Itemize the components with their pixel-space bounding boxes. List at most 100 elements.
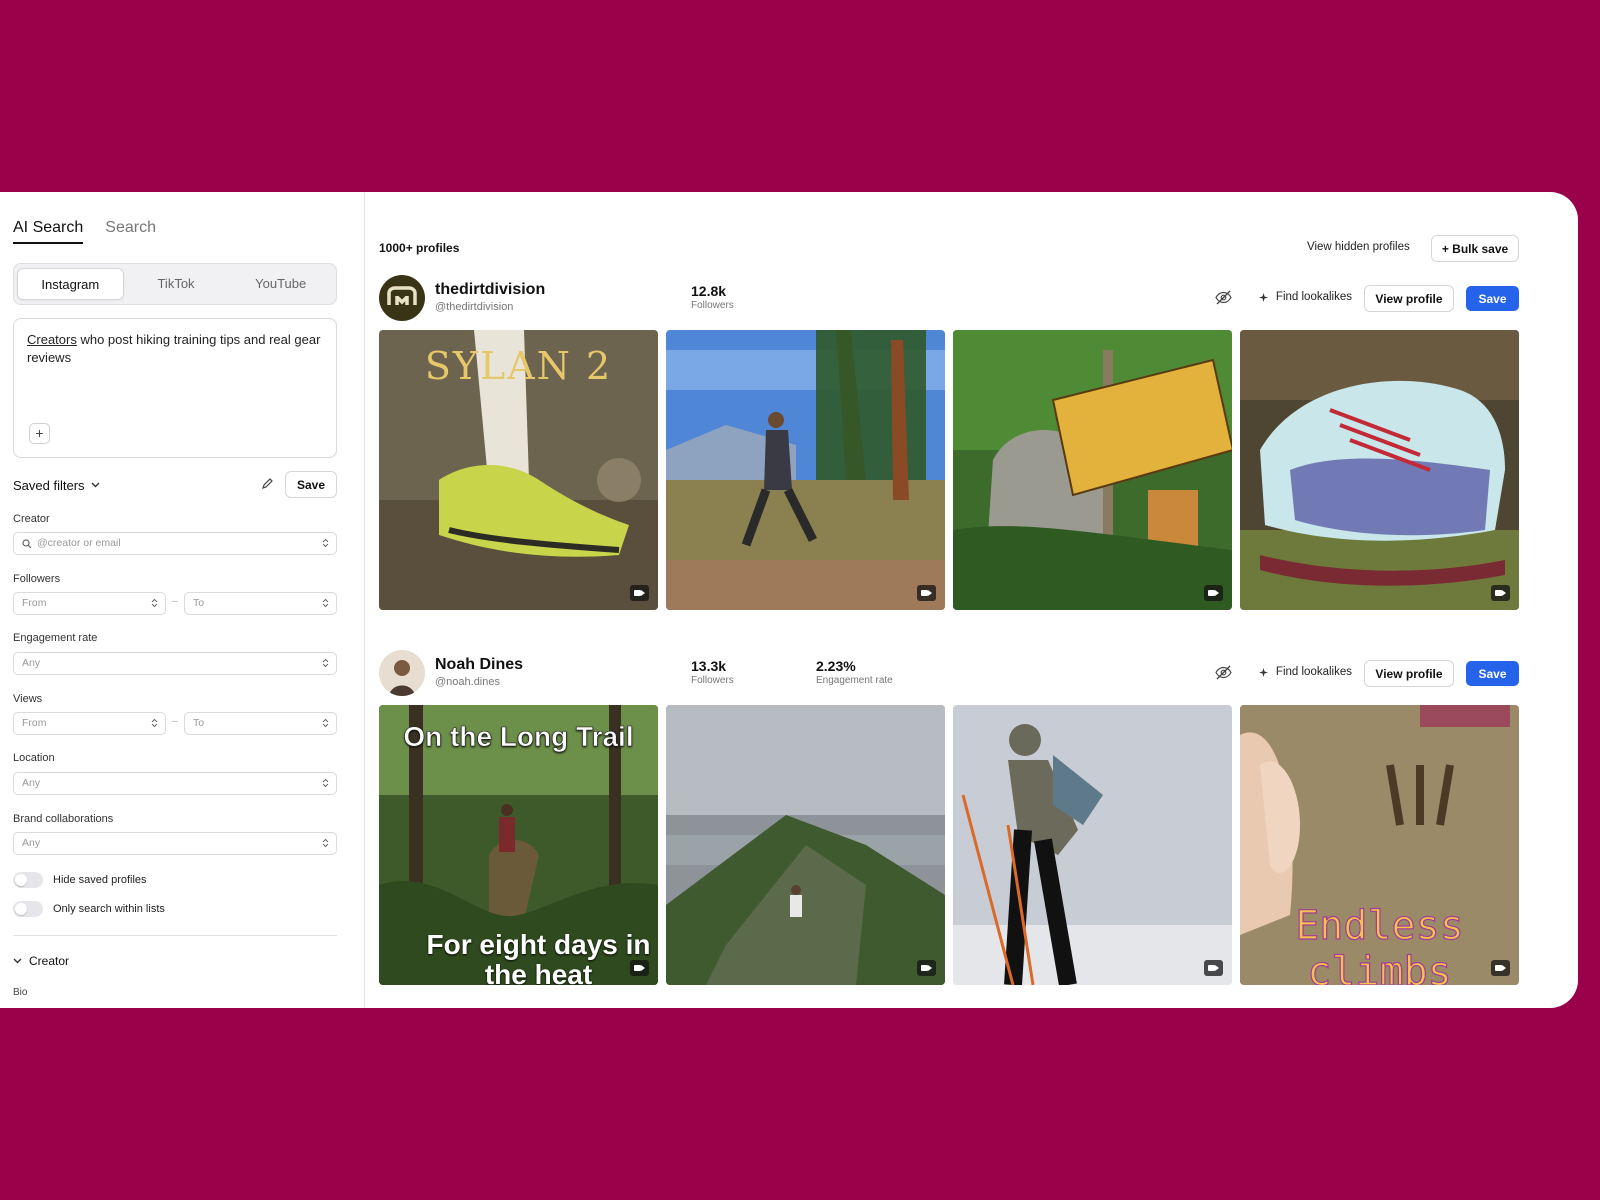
post-thumbnail[interactable]: SYLAN 2	[379, 330, 658, 610]
views-to[interactable]: To	[184, 712, 337, 735]
creator-section-toggle[interactable]: Creator	[13, 954, 69, 968]
video-icon	[630, 960, 649, 976]
profile-actions: Find lookalikes View profile Save	[1215, 660, 1519, 687]
select-caret-icon	[322, 838, 329, 848]
engagement-select[interactable]: Any	[13, 652, 337, 675]
select-caret-icon	[151, 718, 158, 728]
thumbnail-caption: Endless	[1295, 902, 1465, 949]
only-lists-row: Only search within lists	[13, 901, 165, 917]
followers-to[interactable]: To	[184, 592, 337, 615]
post-thumbnail[interactable]	[666, 330, 945, 610]
find-lookalikes-button[interactable]: Find lookalikes	[1258, 666, 1352, 678]
select-caret-icon	[322, 598, 329, 608]
views-from-placeholder: From	[22, 717, 47, 729]
saved-filters-label: Saved filters	[13, 477, 85, 493]
select-caret-icon	[322, 718, 329, 728]
select-caret-icon	[322, 778, 329, 788]
followers-stat: 12.8k Followers	[691, 283, 734, 311]
followers-from[interactable]: From	[13, 592, 166, 615]
hide-saved-toggle[interactable]	[13, 872, 43, 888]
thumbnail-caption: climbs	[1307, 948, 1453, 985]
saved-filters-dropdown[interactable]: Saved filters	[13, 478, 100, 493]
hide-saved-row: Hide saved profiles	[13, 872, 147, 888]
save-filters-button[interactable]: Save	[285, 471, 337, 498]
platform-instagram[interactable]: Instagram	[17, 268, 124, 300]
followers-from-placeholder: From	[22, 597, 47, 609]
post-thumbnail[interactable]: Endless climbs	[1240, 705, 1519, 985]
post-thumbnail[interactable]	[953, 330, 1232, 610]
views-from[interactable]: From	[13, 712, 166, 735]
view-profile-button[interactable]: View profile	[1364, 660, 1454, 687]
thumbnail-caption: SYLAN 2	[424, 344, 613, 388]
bulk-save-button[interactable]: + Bulk save	[1431, 235, 1519, 262]
creator-search-input[interactable]: @creator or email	[13, 532, 337, 555]
creator-label: Creator	[13, 513, 50, 525]
results-count: 1000+ profiles	[379, 241, 460, 255]
platform-youtube[interactable]: YouTube	[228, 268, 333, 300]
chevron-down-icon	[13, 958, 22, 964]
tab-search[interactable]: Search	[105, 219, 156, 244]
followers-value: 12.8k	[691, 283, 727, 299]
find-lookalikes-label: Find lookalikes	[1275, 666, 1352, 678]
location-placeholder: Any	[22, 777, 41, 789]
views-label: Views	[13, 693, 43, 705]
hide-saved-label: Hide saved profiles	[53, 874, 147, 886]
saved-filters-row: Saved filters Save	[13, 471, 337, 499]
post-thumbnail[interactable]	[953, 705, 1232, 985]
followers-label: Followers	[13, 573, 61, 585]
post-thumbnail[interactable]	[666, 705, 945, 985]
tab-ai-search[interactable]: AI Search	[13, 219, 84, 244]
save-profile-button[interactable]: Save	[1466, 661, 1519, 686]
location-select[interactable]: Any	[13, 772, 337, 795]
select-caret-icon	[322, 658, 329, 668]
find-lookalikes-label: Find lookalikes	[1275, 291, 1352, 303]
location-label: Location	[13, 752, 55, 764]
only-lists-toggle[interactable]	[13, 901, 43, 917]
platform-selector: Instagram TikTok YouTube	[13, 263, 337, 305]
view-profile-button[interactable]: View profile	[1364, 285, 1454, 312]
brand-select[interactable]: Any	[13, 832, 337, 855]
save-profile-button[interactable]: Save	[1466, 286, 1519, 311]
profile-actions: Find lookalikes View profile Save	[1215, 285, 1519, 312]
engagement-stat: 2.23% Engagement rate	[816, 658, 893, 686]
followers-to-placeholder: To	[193, 597, 205, 609]
filter-sidebar: AI Search Search Instagram TikTok YouTub…	[0, 192, 365, 1008]
creator-placeholder: @creator or email	[37, 537, 121, 549]
eye-off-icon[interactable]	[1215, 665, 1232, 680]
post-thumbnail[interactable]: On the Long Trail For eight days in the …	[379, 705, 658, 985]
find-lookalikes-button[interactable]: Find lookalikes	[1258, 291, 1352, 303]
add-prompt-button[interactable]: +	[29, 423, 50, 444]
view-hidden-profiles-link[interactable]: View hidden profiles	[1307, 241, 1410, 253]
views-to-placeholder: To	[193, 717, 205, 729]
thumbnail-caption: For eight days in	[426, 929, 651, 960]
followers-value: 13.3k	[691, 658, 727, 674]
followers-stat: 13.3k Followers	[691, 658, 734, 686]
post-thumbnail[interactable]	[1240, 330, 1519, 610]
sparkle-icon	[1258, 667, 1268, 677]
creator-section-label: Creator	[29, 954, 70, 968]
post-thumbnails: SYLAN 2	[379, 330, 1519, 610]
avatar[interactable]	[379, 650, 425, 696]
app-window: AI Search Search Instagram TikTok YouTub…	[0, 192, 1578, 1008]
profile-handle: @noah.dines	[435, 676, 500, 688]
eye-off-icon[interactable]	[1215, 290, 1232, 305]
range-dash: –	[172, 596, 178, 607]
select-caret-icon	[322, 538, 329, 548]
engagement-stat-label: Engagement rate	[816, 675, 893, 686]
avatar[interactable]	[379, 275, 425, 321]
video-icon	[917, 960, 936, 976]
results-panel: 1000+ profiles View hidden profiles + Bu…	[365, 192, 1578, 1008]
range-dash: –	[172, 716, 178, 727]
profile-name[interactable]: Noah Dines	[435, 656, 523, 674]
brand-placeholder: Any	[22, 837, 41, 849]
pencil-icon[interactable]	[261, 477, 274, 490]
video-icon	[1491, 960, 1510, 976]
ai-prompt-input[interactable]: Creators who post hiking training tips a…	[13, 318, 337, 458]
bio-label: Bio	[13, 987, 28, 998]
platform-tiktok[interactable]: TikTok	[124, 268, 229, 300]
engagement-value: 2.23%	[816, 658, 856, 674]
profile-name[interactable]: thedirtdivision	[435, 281, 545, 299]
post-thumbnails: On the Long Trail For eight days in the …	[379, 705, 1519, 985]
engagement-label: Engagement rate	[13, 632, 98, 644]
sparkle-icon	[1258, 292, 1268, 302]
